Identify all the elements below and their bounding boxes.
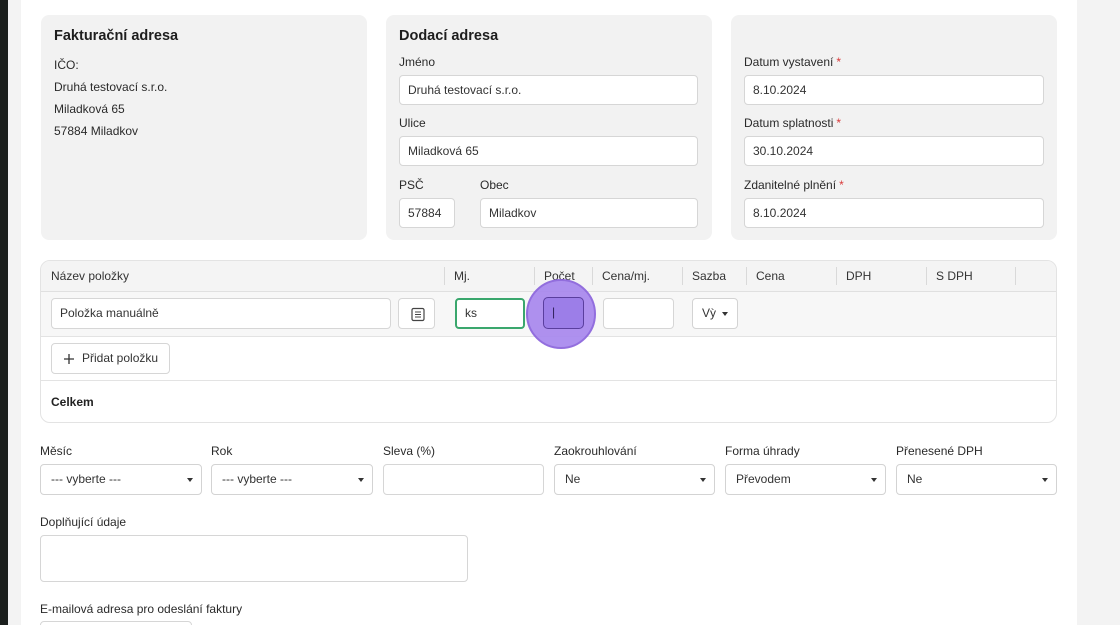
- delivery-city-input[interactable]: Miladkov: [480, 198, 698, 228]
- delivery-name-label: Jméno: [399, 55, 436, 69]
- invoice-dates-card: Datum vystavení * 8.10.2024 Datum splatno…: [731, 15, 1057, 240]
- billing-city: 57884 Miladkov: [54, 124, 139, 138]
- item-catalog-button[interactable]: [398, 298, 435, 329]
- delivery-zip-input[interactable]: 57884: [399, 198, 455, 228]
- col-separator: [836, 267, 837, 285]
- discount-label: Sleva (%): [383, 444, 436, 458]
- col-header-unit-price: Cena/mj.: [602, 269, 651, 283]
- col-separator: [534, 267, 535, 285]
- year-label: Rok: [211, 444, 233, 458]
- page-gutter-right: [1077, 0, 1120, 625]
- col-header-rate: Sazba: [692, 269, 727, 283]
- notes-textarea[interactable]: [40, 535, 468, 582]
- taxable-date-label: Zdanitelné plnění *: [744, 178, 844, 192]
- delivery-street-input[interactable]: Miladková 65: [399, 136, 698, 166]
- discount-input[interactable]: [383, 464, 544, 495]
- delivery-city-label: Obec: [480, 178, 509, 192]
- transferred-vat-label: Přenesené DPH: [896, 444, 983, 458]
- col-separator: [746, 267, 747, 285]
- col-separator: [444, 267, 445, 285]
- add-item-label: Přidat položku: [82, 351, 159, 365]
- rounding-label: Zaokrouhlování: [554, 444, 637, 458]
- payment-value: Převodem: [736, 472, 791, 486]
- item-unit-price-input[interactable]: [603, 298, 674, 329]
- item-rate-select[interactable]: Vỳ: [692, 298, 738, 329]
- year-select[interactable]: --- vyberte ---: [211, 464, 373, 495]
- invoice-email-input[interactable]: [40, 621, 192, 625]
- due-date-input[interactable]: 30.10.2024: [744, 136, 1044, 166]
- month-label: Měsíc: [40, 444, 73, 458]
- item-unit-input[interactable]: ks: [455, 298, 525, 329]
- item-count-input[interactable]: |: [543, 297, 584, 329]
- chevron-down-icon: [700, 478, 706, 482]
- col-header-unit: Mj.: [454, 269, 470, 283]
- year-value: --- vyberte ---: [222, 472, 292, 486]
- billing-company: Druhá testovací s.r.o.: [54, 80, 168, 94]
- item-name-input[interactable]: Položka manuálně: [51, 298, 391, 329]
- taxable-date-input[interactable]: 8.10.2024: [744, 198, 1044, 228]
- notes-label: Doplňující údaje: [40, 515, 127, 529]
- rounding-select[interactable]: Ne: [554, 464, 715, 495]
- chevron-down-icon: [187, 478, 193, 482]
- plus-icon: [64, 354, 74, 364]
- col-separator: [926, 267, 927, 285]
- chevron-down-icon: [1042, 478, 1048, 482]
- rounding-value: Ne: [565, 472, 581, 486]
- col-header-vat: DPH: [846, 269, 872, 283]
- transferred-vat-select[interactable]: Ne: [896, 464, 1057, 495]
- delivery-zip-label: PSČ: [399, 178, 424, 192]
- billing-title: Fakturační adresa: [54, 28, 179, 44]
- page-gutter-left: [8, 0, 21, 625]
- add-item-button[interactable]: Přidat položku: [51, 343, 170, 374]
- col-header-with-vat: S DPH: [936, 269, 973, 283]
- total-row: Celkem: [41, 381, 1056, 422]
- window-edge: [0, 0, 8, 625]
- col-header-price: Cena: [756, 269, 785, 283]
- chevron-down-icon: [358, 478, 364, 482]
- transferred-vat-value: Ne: [907, 472, 923, 486]
- delivery-title: Dodací adresa: [399, 28, 499, 44]
- delivery-name-input[interactable]: Druhá testovací s.r.o.: [399, 75, 698, 105]
- billing-ico: IČO:: [54, 58, 79, 72]
- invoice-email-label: E-mailová adresa pro odeslání faktury: [40, 602, 243, 616]
- chevron-down-icon: [722, 312, 728, 316]
- payment-select[interactable]: Převodem: [725, 464, 886, 495]
- col-separator: [682, 267, 683, 285]
- due-date-label: Datum splatnosti *: [744, 116, 842, 130]
- col-separator: [1015, 267, 1016, 285]
- issue-date-input[interactable]: 8.10.2024: [744, 75, 1044, 105]
- month-value: --- vyberte ---: [51, 472, 121, 486]
- total-label: Celkem: [51, 395, 94, 409]
- item-rate-value: Vỳ: [702, 306, 716, 320]
- issue-date-label: Datum vystavení *: [744, 55, 842, 69]
- col-header-name: Název položky: [51, 269, 130, 283]
- payment-label: Forma úhrady: [725, 444, 800, 458]
- delivery-street-label: Ulice: [399, 116, 426, 130]
- billing-address-card: Fakturační adresa IČO: Druhá testovací s…: [41, 15, 367, 240]
- chevron-down-icon: [871, 478, 877, 482]
- list-icon: [411, 307, 425, 322]
- month-select[interactable]: --- vyberte ---: [40, 464, 202, 495]
- billing-street: Miladková 65: [54, 102, 125, 116]
- col-separator: [592, 267, 593, 285]
- delivery-address-card: Dodací adresa Jméno Druhá testovací s.r.…: [386, 15, 712, 240]
